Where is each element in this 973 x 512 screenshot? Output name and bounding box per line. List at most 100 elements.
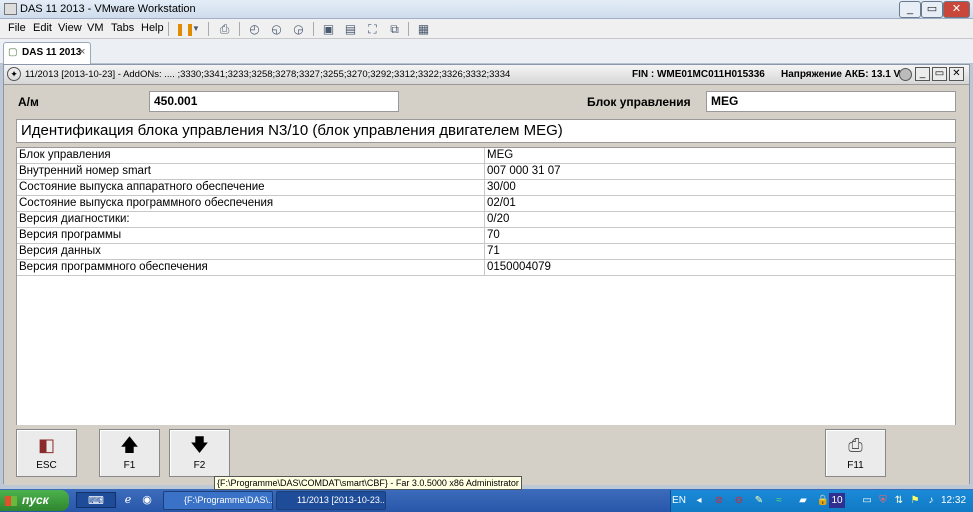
table-row: Состояние выпуска программного обеспечен… bbox=[17, 196, 955, 212]
task-das[interactable]: 11/2013 [2013-10-23... bbox=[276, 491, 386, 510]
tab-label: DAS 11 2013 bbox=[22, 47, 82, 58]
volume-icon[interactable]: ♪ bbox=[923, 493, 939, 509]
das-content: А/м 450.001 Блок управления MEG Идентифи… bbox=[4, 85, 969, 427]
menu-view[interactable]: View bbox=[58, 22, 82, 34]
card-reader-icon[interactable]: ▰ bbox=[795, 493, 811, 509]
das-restore-button[interactable]: ▭ bbox=[932, 67, 947, 81]
shield-icon[interactable]: ⛨ bbox=[875, 493, 891, 509]
thumbnail-view-icon[interactable]: ▦ bbox=[415, 21, 432, 37]
menu-tabs[interactable]: Tabs bbox=[111, 22, 134, 34]
f1-button[interactable]: 🡅 F1 bbox=[99, 429, 160, 477]
row-name: Версия данных bbox=[19, 245, 101, 257]
das-header-bar: ✦ 11/2013 [2013-10-23] - AddONs: .... ;3… bbox=[4, 65, 969, 85]
snapshot-manager-icon[interactable]: ◶ bbox=[290, 21, 307, 37]
pen-icon[interactable]: ✎ bbox=[751, 493, 767, 509]
row-name: Блок управления bbox=[19, 149, 111, 161]
ie-icon[interactable]: ℯ bbox=[120, 492, 136, 508]
row-name: Состояние выпуска программного обеспечен… bbox=[19, 197, 274, 209]
no-entry-icon[interactable]: ⊖ bbox=[731, 493, 747, 509]
menu-bar: File Edit View VM Tabs Help ❚❚ ▼ ⎙ ◴ ◵ ◶… bbox=[0, 19, 973, 39]
language-indicator[interactable]: EN bbox=[671, 493, 687, 509]
row-value: 70 bbox=[487, 229, 500, 241]
f11-label: F11 bbox=[847, 460, 864, 471]
row-name: Версия программы bbox=[19, 229, 122, 241]
network-icon[interactable]: ⇅ bbox=[891, 493, 907, 509]
block-icon[interactable]: ⊘ bbox=[711, 493, 727, 509]
das-minimize-button[interactable]: _ bbox=[915, 67, 930, 81]
keyboard-icon[interactable]: ⌨ bbox=[76, 492, 116, 508]
vehicle-label: А/м bbox=[18, 95, 39, 109]
menu-file[interactable]: File bbox=[8, 22, 26, 34]
vehicle-field: 450.001 bbox=[149, 91, 399, 112]
fin-number: FIN : WME01MC011H015336 bbox=[632, 69, 765, 80]
dropdown-chevron-icon[interactable]: ▼ bbox=[191, 21, 201, 37]
menu-edit[interactable]: Edit bbox=[33, 22, 52, 34]
das-close-button[interactable]: ✕ bbox=[949, 67, 964, 81]
printer-icon: ⎙ bbox=[848, 435, 863, 455]
far-tooltip: {F:\Programme\DAS\COMDAT\smart\CBF} - Fa… bbox=[214, 476, 522, 490]
console-view-icon[interactable]: ▤ bbox=[342, 21, 359, 37]
esc-button[interactable]: ◧ ESC bbox=[16, 429, 77, 477]
row-name: Состояние выпуска аппаратного обеспечени… bbox=[19, 181, 265, 193]
identification-heading: Идентификация блока управления N3/10 (бл… bbox=[16, 119, 956, 143]
tab-das-11-2013[interactable]: ▢ DAS 11 2013 × bbox=[3, 42, 91, 64]
esc-label: ESC bbox=[36, 460, 57, 471]
mercedes-star-icon: ✦ bbox=[7, 67, 21, 81]
arrow-icon[interactable]: ◂ bbox=[691, 493, 707, 509]
table-row: Блок управления MEG bbox=[17, 148, 955, 164]
maximize-button[interactable]: ▭ bbox=[921, 1, 943, 18]
battery-voltage: Напряжение АКБ: 13.1 V bbox=[781, 69, 901, 80]
f2-button[interactable]: 🡇 F2 bbox=[169, 429, 230, 477]
close-button[interactable]: ✕ bbox=[943, 1, 970, 18]
exit-door-icon: ◧ bbox=[37, 435, 55, 455]
start-button[interactable]: пуск bbox=[0, 490, 69, 511]
tray-counter[interactable]: 10 bbox=[829, 493, 845, 508]
security-icon[interactable]: ⚑ bbox=[907, 493, 923, 509]
row-value: 0150004079 bbox=[487, 261, 551, 273]
table-row: Состояние выпуска аппаратного обеспечени… bbox=[17, 180, 955, 196]
arrow-up-icon: 🡅 bbox=[120, 435, 139, 455]
monitor-icon[interactable]: ▭ bbox=[859, 493, 875, 509]
minimize-button[interactable]: _ bbox=[899, 1, 921, 18]
clock: 12:32 bbox=[941, 495, 967, 506]
menu-help[interactable]: Help bbox=[141, 22, 164, 34]
table-row: Версия программы 70 bbox=[17, 228, 955, 244]
row-value: 30/00 bbox=[487, 181, 516, 193]
row-name: Внутренний номер smart bbox=[19, 165, 151, 177]
table-row: Внутренний номер smart 007 000 31 07 bbox=[17, 164, 955, 180]
windows-logo-icon bbox=[5, 496, 17, 506]
show-desktop-icon[interactable]: ◉ bbox=[139, 492, 155, 508]
row-value: 007 000 31 07 bbox=[487, 165, 561, 177]
control-unit-field: MEG bbox=[706, 91, 956, 112]
f11-button[interactable]: ⎙ F11 bbox=[825, 429, 886, 477]
snapshot-icon[interactable]: ◴ bbox=[246, 21, 263, 37]
snapshot-revert-icon[interactable]: ◵ bbox=[268, 21, 285, 37]
system-tray: EN ◂ ⊘ ⊖ ✎ ≈ ▰ 🔒 10 ▭ ⛨ ⇅ ⚑ ♪ 12:32 bbox=[670, 490, 973, 512]
f1-label: F1 bbox=[123, 460, 136, 471]
task-far-manager[interactable]: {F:\Programme\DAS\... bbox=[163, 491, 273, 510]
sidebar-view-icon[interactable]: ▣ bbox=[320, 21, 337, 37]
unity-icon[interactable]: ⧉ bbox=[386, 21, 403, 37]
window-title-bar: DAS 11 2013 - VMware Workstation _ ▭ ✕ bbox=[0, 0, 973, 19]
green-app-icon[interactable]: ≈ bbox=[771, 493, 787, 509]
window-title: DAS 11 2013 - VMware Workstation bbox=[20, 3, 196, 15]
row-value: 02/01 bbox=[487, 197, 516, 209]
pause-icon[interactable]: ❚❚ bbox=[175, 21, 195, 37]
identification-table: Блок управления MEG Внутренний номер smar… bbox=[16, 147, 956, 427]
control-unit-label: Блок управления bbox=[587, 95, 691, 109]
table-row: Версия данных 71 bbox=[17, 244, 955, 260]
fullscreen-icon[interactable]: ⛶ bbox=[364, 21, 381, 37]
menu-vm[interactable]: VM bbox=[87, 22, 104, 34]
vm-console[interactable]: ✦ 11/2013 [2013-10-23] - AddONs: .... ;3… bbox=[3, 64, 970, 485]
row-value: MEG bbox=[487, 149, 514, 161]
taskbar: пуск ⌨ ℯ ◉ {F:\Programme\DAS\... 11/2013… bbox=[0, 489, 973, 512]
das-version-info: 11/2013 [2013-10-23] - AddONs: .... ;333… bbox=[25, 69, 511, 80]
arrow-down-icon: 🡇 bbox=[190, 435, 209, 455]
table-row: Версия диагностики: 0/20 bbox=[17, 212, 955, 228]
tab-close-icon[interactable]: × bbox=[79, 46, 85, 58]
tab-strip: ▢ DAS 11 2013 × bbox=[0, 39, 973, 64]
send-ctrl-alt-del-icon[interactable]: ⎙ bbox=[216, 21, 233, 37]
start-label: пуск bbox=[22, 493, 49, 507]
row-name: Версия программного обеспечения bbox=[19, 261, 208, 273]
row-value: 71 bbox=[487, 245, 500, 257]
